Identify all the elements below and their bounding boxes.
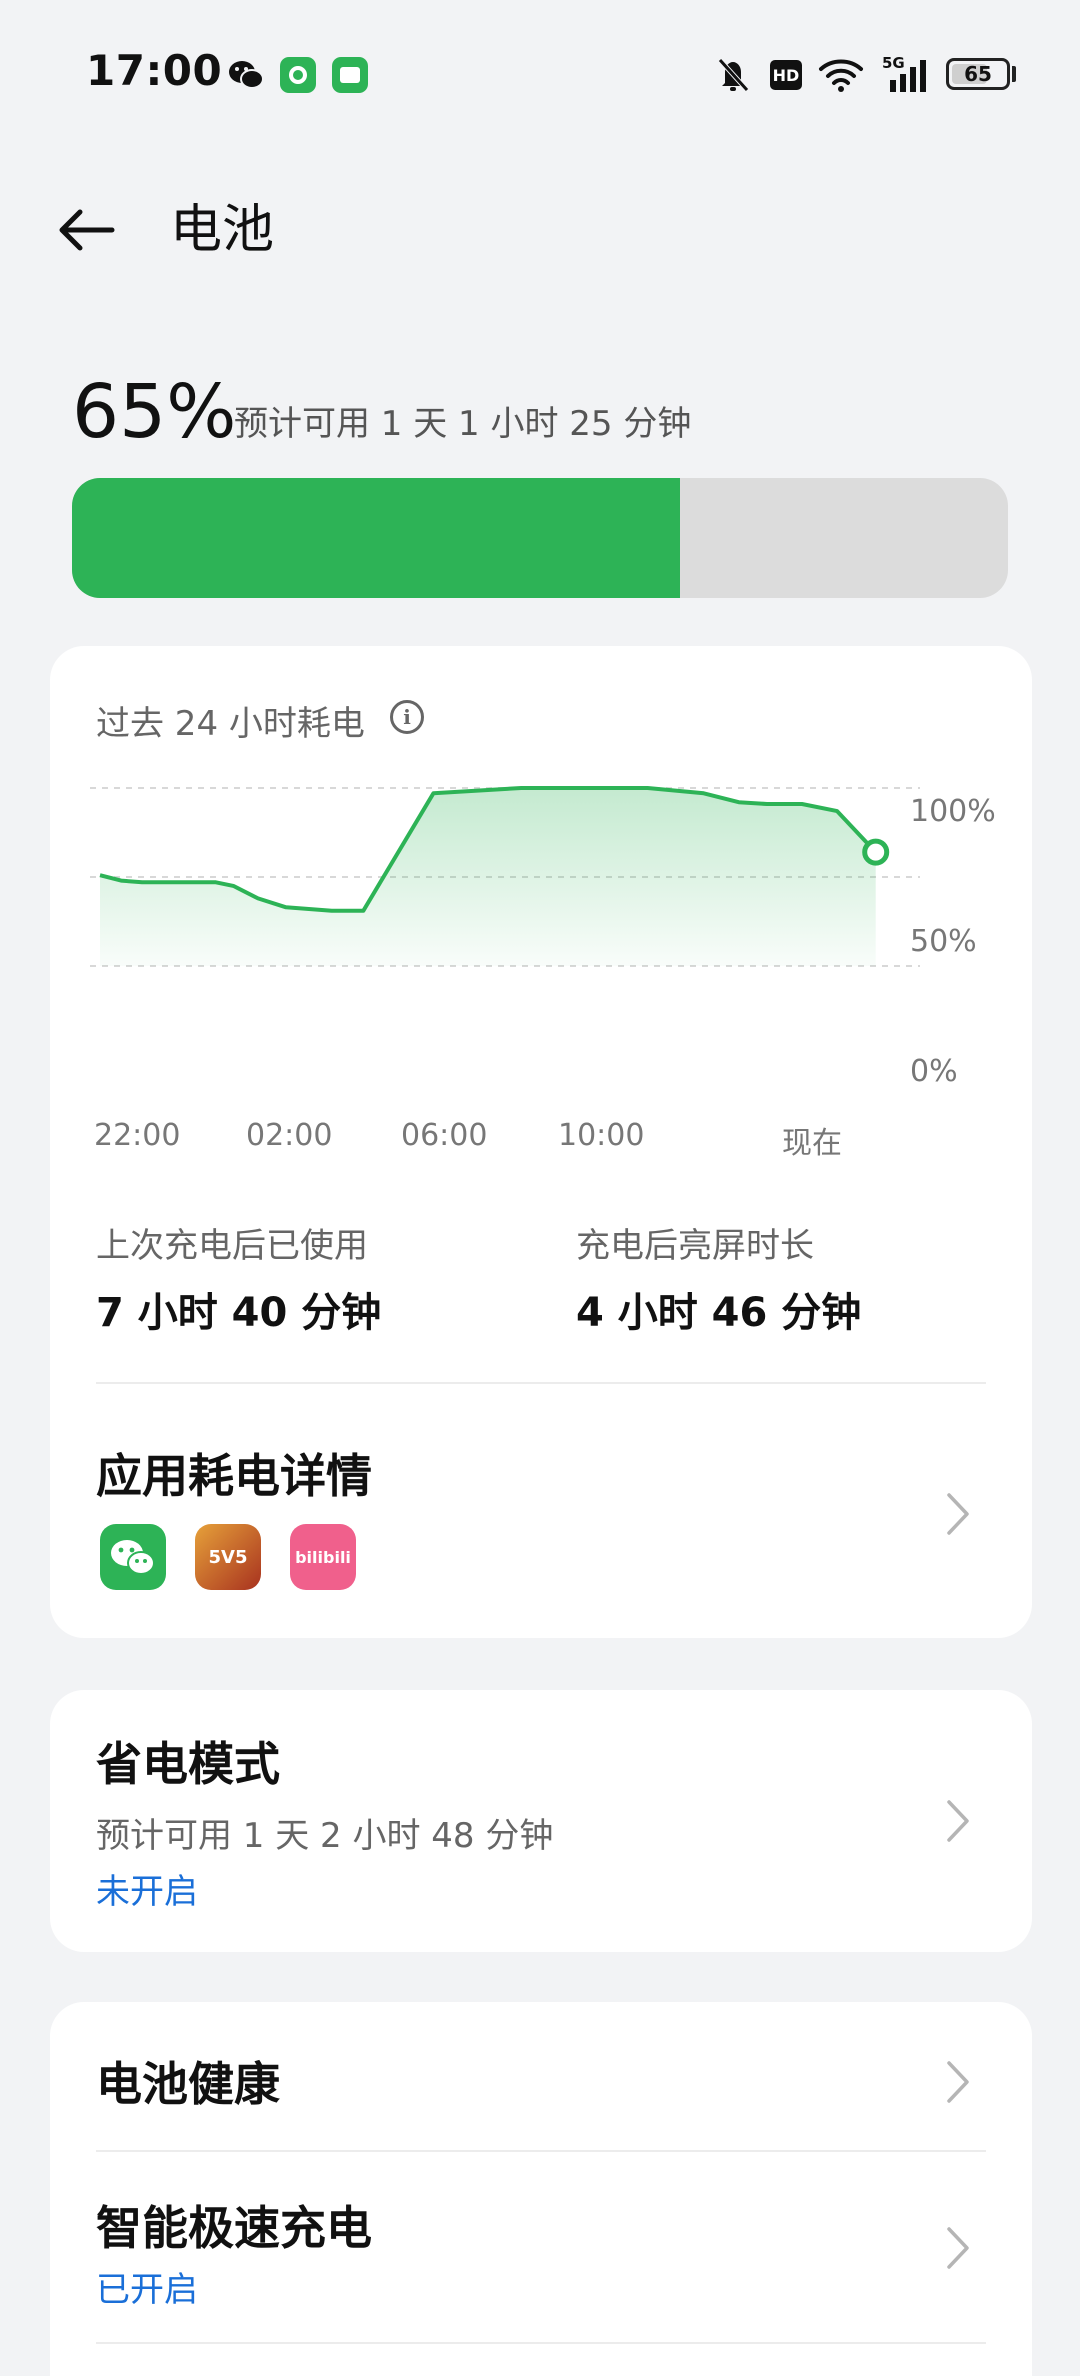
wechat-icon	[226, 56, 266, 94]
fast-charge-row[interactable]: 智能极速充电 已开启	[50, 2152, 1032, 2342]
power-saving-estimate: 预计可用 1 天 2 小时 48 分钟	[96, 1816, 554, 1856]
app-chip-icon	[280, 56, 316, 94]
stat-value-used: 7 小时 40 分钟	[96, 1290, 382, 1336]
signal-icon	[884, 56, 934, 94]
x-tick-label: 06:00	[401, 1118, 488, 1153]
chevron-right-icon	[938, 2054, 978, 2110]
battery-level-fill	[72, 478, 681, 598]
wechat-icon	[100, 1524, 166, 1590]
chevron-right-icon	[938, 1486, 978, 1542]
arrow-left-icon	[59, 209, 115, 251]
battery-estimate: 预计可用 1 天 1 小时 25 分钟	[234, 404, 692, 444]
y-tick-label: 100%	[910, 794, 996, 829]
battery-health-row[interactable]: 电池健康	[50, 2002, 1032, 2150]
page-title: 电池	[170, 200, 275, 260]
mute-bell-icon	[714, 56, 752, 94]
game-icon-label: 5V5	[208, 1546, 248, 1568]
y-tick-label: 50%	[910, 924, 977, 959]
power-saving-status: 未开启	[96, 1872, 198, 1912]
battery-level-bar	[72, 478, 1008, 598]
battery-tip	[1012, 66, 1016, 82]
x-tick-label: 10:00	[558, 1118, 645, 1153]
app-chip-icon	[332, 56, 368, 94]
usage-card: 过去 24 小时耗电 i 100% 50% 0% 22:00 02:00 06:…	[50, 646, 1032, 1638]
info-icon[interactable]: i	[390, 700, 424, 734]
hd-label: HD	[770, 60, 802, 90]
bilibili-icon: bilibili	[290, 1524, 356, 1590]
status-bar: 17:00 HD 5G 65	[0, 0, 1080, 150]
stat-label-used: 上次充电后已使用	[96, 1226, 368, 1266]
battery-settings-card: 电池健康 智能极速充电 已开启	[50, 2002, 1032, 2376]
battery-level-text: 65	[964, 62, 992, 86]
chevron-right-icon	[938, 2220, 978, 2276]
chart-current-point	[862, 838, 890, 866]
bilibili-icon-label: bilibili	[295, 1547, 351, 1567]
x-tick-label: 现在	[782, 1126, 842, 1161]
fast-charge-title: 智能极速充电	[96, 2201, 372, 2255]
app-usage-title: 应用耗电详情	[96, 1449, 372, 1503]
app-usage-row[interactable]: 应用耗电详情	[50, 1384, 1032, 1638]
chart-area-fill	[100, 788, 876, 966]
chevron-right-icon	[938, 1793, 978, 1849]
stat-value-screen: 4 小时 46 分钟	[576, 1290, 862, 1336]
y-tick-label: 0%	[910, 1054, 958, 1089]
battery-percent: 65%	[72, 369, 237, 455]
x-tick-label: 22:00	[94, 1118, 181, 1153]
power-saving-title: 省电模式	[96, 1737, 280, 1791]
usage-card-label: 过去 24 小时耗电	[96, 704, 365, 744]
fast-charge-status: 已开启	[96, 2270, 198, 2310]
x-tick-label: 02:00	[246, 1118, 333, 1153]
wifi-icon	[816, 56, 866, 94]
status-time: 17:00	[86, 46, 223, 95]
power-saving-card[interactable]: 省电模式 预计可用 1 天 2 小时 48 分钟 未开启	[50, 1690, 1032, 1952]
stat-label-screen: 充电后亮屏时长	[576, 1226, 814, 1266]
battery-health-title: 电池健康	[96, 2057, 280, 2111]
divider	[96, 2342, 986, 2344]
hd-icon: HD	[770, 56, 802, 94]
game-icon: 5V5	[195, 1524, 261, 1590]
back-button[interactable]	[50, 194, 122, 266]
battery-icon: 65	[946, 58, 1010, 90]
battery-usage-chart	[90, 786, 920, 967]
